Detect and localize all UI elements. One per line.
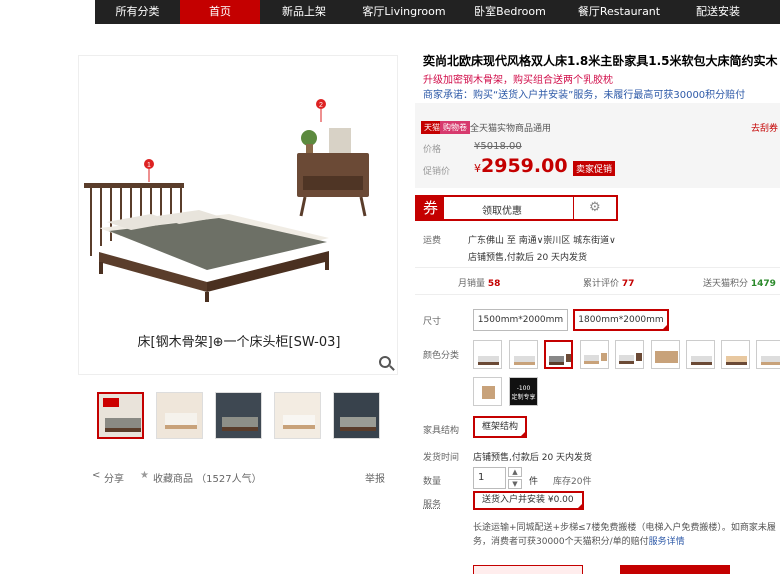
nightstand-body — [297, 153, 369, 197]
service-description-2: 务，消费者可获30000个天猫积分/单的赔付服务详情 — [473, 534, 685, 547]
nightstand-drawer — [303, 176, 363, 190]
tmall-points: 送天猫积分 1479 — [703, 276, 776, 289]
color-swatch[interactable] — [473, 340, 502, 369]
color-swatch[interactable] — [615, 340, 644, 369]
divider — [573, 197, 574, 219]
headboard-rail — [84, 183, 184, 188]
size-option-selected[interactable]: 1800mm*2000mm — [573, 309, 669, 331]
top-nav: 所有分类 首页 新品上架 客厅Livingroom 卧室Bedroom 餐厅Re… — [0, 0, 780, 24]
thumbnail[interactable] — [333, 392, 380, 439]
callout-label: 1 — [147, 162, 151, 169]
thumbnail[interactable] — [156, 392, 203, 439]
share-icon[interactable]: < — [92, 470, 100, 481]
share-link[interactable]: 分享 — [104, 470, 124, 485]
thumbnail[interactable] — [215, 392, 262, 439]
tmall-points-label: 送天猫积分 — [703, 279, 749, 289]
review-count-label: 累计评价 — [583, 279, 620, 289]
quantity-unit: 件 — [529, 477, 539, 487]
nav-item-delivery-install[interactable]: 配送安装 — [678, 0, 758, 24]
nav-item-home[interactable]: 首页 — [180, 0, 260, 24]
ship-time-label: 发货时间 — [423, 453, 460, 463]
add-to-cart-button[interactable] — [620, 565, 730, 574]
color-swatch[interactable] — [651, 340, 680, 369]
books — [329, 128, 351, 153]
price-label: 价格 — [423, 145, 442, 155]
report-link[interactable]: 举报 — [365, 470, 385, 485]
monthly-sales-label: 月销量 — [458, 279, 486, 289]
quantity-decrease-button[interactable]: ▼ — [508, 479, 522, 489]
thumbnail-strip — [97, 392, 380, 439]
currency-symbol: ¥ — [474, 162, 481, 175]
bed-illustration: 2 1 — [84, 99, 369, 302]
custom-swatch[interactable]: -100 定制专享 — [509, 377, 538, 406]
promo-price-value: 2959.00 — [481, 155, 568, 177]
shipping-route[interactable]: 广东佛山 至 南通∨崇川区 城东街道∨ — [468, 233, 616, 246]
color-label: 颜色分类 — [423, 351, 460, 361]
nightstand-leg — [299, 196, 307, 217]
plant — [301, 130, 317, 146]
coupon-icon: 券 — [417, 197, 444, 219]
shipping-label: 运费 — [423, 236, 442, 246]
monthly-sales: 月销量 58 — [458, 276, 500, 289]
coupon-bar[interactable]: 券 领取优惠 ⚙ — [415, 195, 618, 221]
structure-option-selected[interactable]: 框架结构 — [473, 416, 527, 438]
monthly-sales-value: 58 — [487, 279, 501, 289]
service-option-selected[interactable]: 送货入户并安装 ¥0.00 — [473, 491, 584, 510]
service-description: 长途运输+同城配送+步梯≤7楼免费搬楼（电梯入户免费搬楼）。如商家未履 — [473, 523, 776, 533]
favorite-link[interactable]: 收藏商品 （1527人气） — [153, 470, 262, 485]
promo-price-label: 促销价 — [423, 167, 451, 177]
nav-item-all-categories[interactable]: 所有分类 — [95, 0, 180, 24]
callout-label: 2 — [319, 102, 323, 109]
stats-bar: 月销量 58 累计评价 77 送天猫积分 1479 — [415, 267, 780, 295]
color-swatch[interactable] — [509, 340, 538, 369]
color-swatch[interactable] — [473, 377, 502, 406]
gear-icon[interactable]: ⚙ — [589, 200, 601, 215]
coupon-scope-text: 全天猫实物商品通用 — [470, 124, 552, 134]
stock-count: 库存20件 — [553, 477, 592, 487]
size-label: 尺寸 — [423, 317, 442, 327]
quantity-increase-button[interactable]: ▲ — [508, 467, 522, 477]
thumbnail[interactable] — [97, 392, 144, 439]
tmall-points-value: 1479 — [750, 279, 776, 289]
nav-item-bedroom[interactable]: 卧室Bedroom — [460, 0, 560, 24]
main-image-caption: 床[钢木骨架]⊕一个床头柜[SW-03] — [137, 335, 341, 350]
plant-pot — [306, 144, 313, 153]
original-price: ¥5018.00 — [474, 141, 522, 152]
seller-promo-badge: 卖家促销 — [573, 161, 616, 176]
nav-item-living-room[interactable]: 客厅Livingroom — [348, 0, 460, 24]
get-coupon-button[interactable]: 领取优惠 — [482, 202, 522, 217]
review-count-value: 77 — [621, 279, 635, 289]
structure-label: 家具结构 — [423, 426, 460, 436]
service-detail-link[interactable]: 服务详情 — [649, 537, 685, 547]
nav-bar: 所有分类 首页 新品上架 客厅Livingroom 卧室Bedroom 餐厅Re… — [95, 0, 780, 24]
color-swatch[interactable] — [756, 340, 780, 369]
quantity-label: 数量 — [423, 477, 442, 487]
nightstand-leg — [359, 196, 367, 217]
review-count[interactable]: 累计评价 77 — [583, 276, 634, 289]
shopping-coupon-tag: 购物卷 — [440, 121, 470, 134]
color-swatch[interactable] — [686, 340, 715, 369]
product-title: 奕尚北欧床现代风格双人床1.8米主卧家具1.5米软包大床简约实木 — [423, 54, 778, 68]
buy-now-button[interactable] — [473, 565, 583, 574]
price-box: 天猫 购物卷 全天猫实物商品通用 去刮券 价格 ¥5018.00 促销价 ¥29… — [415, 103, 780, 188]
color-swatch[interactable] — [721, 340, 750, 369]
merchant-promise: 商家承诺：购买“送货入户并安装”服务，未履行最高可获30000积分赔付 — [423, 90, 746, 101]
color-swatch-selected[interactable] — [544, 340, 573, 369]
ship-time-value: 店铺预售,付款后 20 天内发货 — [473, 453, 593, 463]
shipping-presale: 店铺预售,付款后 20 天内发货 — [468, 253, 588, 263]
size-option[interactable]: 1500mm*2000mm — [473, 309, 568, 331]
nav-item-restaurant[interactable]: 餐厅Restaurant — [560, 0, 678, 24]
quantity-input[interactable]: 1 — [473, 467, 506, 489]
main-product-image[interactable]: 2 1 床[钢木骨架]⊕一个床头柜[SW-03] — [78, 55, 398, 375]
product-subtitle: 升级加密钢木骨架，购买组合送两个乳胶枕 — [423, 75, 613, 86]
star-icon[interactable]: ★ — [140, 470, 149, 481]
nav-item-new-arrivals[interactable]: 新品上架 — [260, 0, 348, 24]
scratch-coupon-link[interactable]: 去刮券 — [751, 121, 778, 134]
service-label: 服务 — [423, 500, 442, 510]
color-swatch[interactable] — [580, 340, 609, 369]
promo-price: ¥2959.00 — [474, 155, 568, 177]
service-description-text: 务，消费者可获30000个天猫积分/单的赔付 — [473, 537, 649, 547]
thumbnail[interactable] — [274, 392, 321, 439]
magnifier-icon[interactable] — [379, 356, 391, 368]
